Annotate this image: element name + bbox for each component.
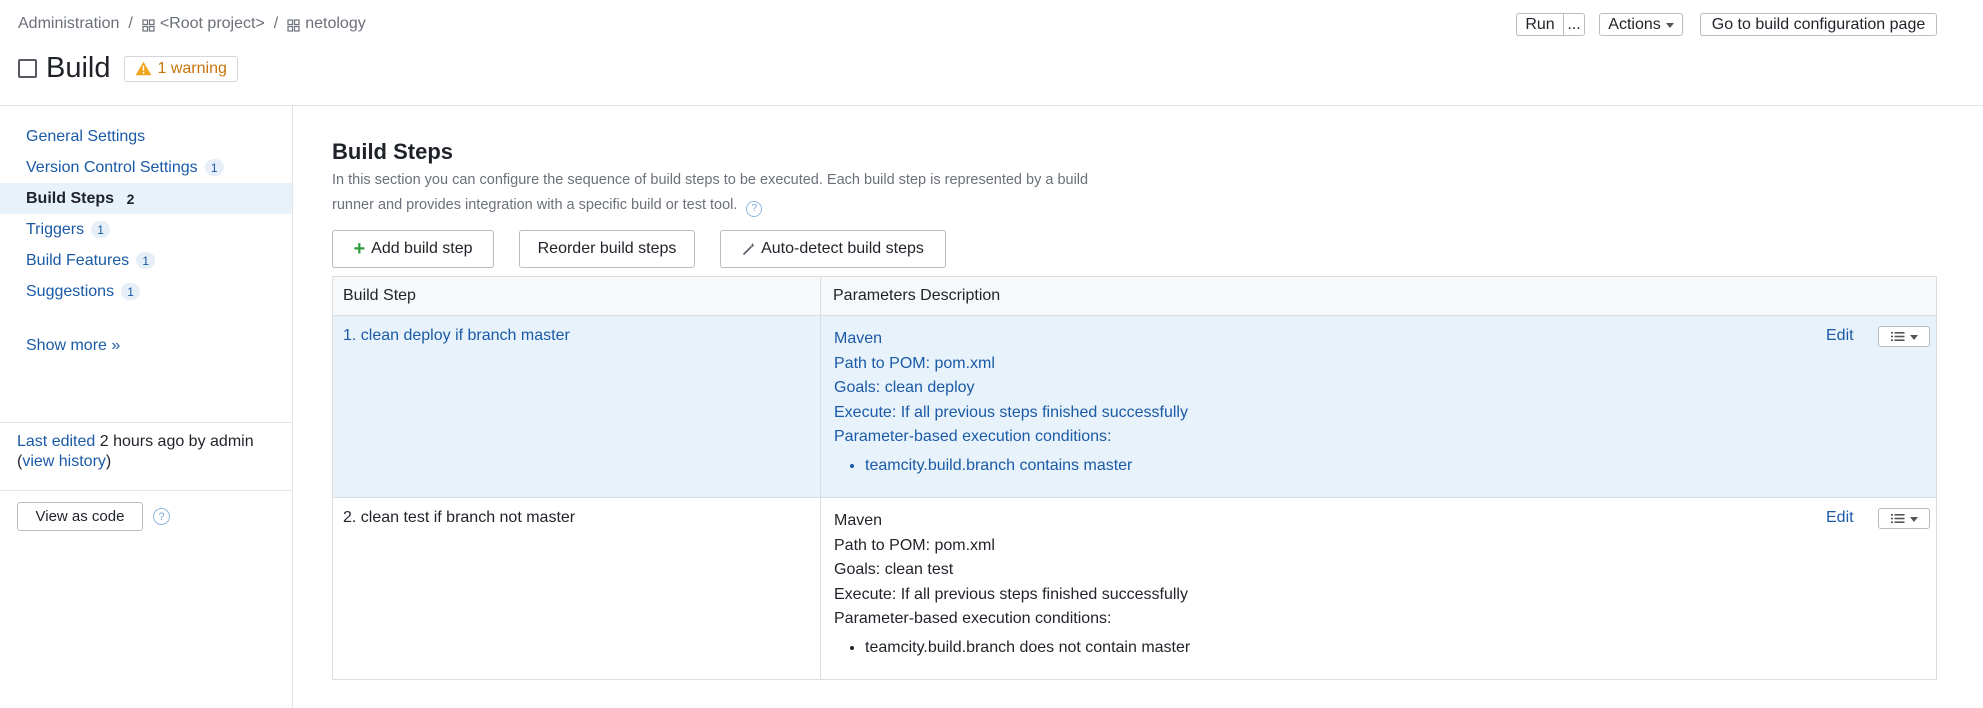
divider <box>0 422 292 423</box>
chevron-down-icon <box>1665 23 1674 28</box>
conditions-label: Parameter-based execution conditions: <box>834 428 1112 445</box>
condition-item: teamcity.build.branch does not contain m… <box>865 636 1190 661</box>
go-to-build-configuration-button[interactable]: Go to build configuration page <box>1700 13 1937 36</box>
chevron-down-icon <box>1909 517 1918 522</box>
goals: Goals: clean deploy <box>834 379 975 396</box>
step-actions-menu-button[interactable] <box>1878 326 1930 347</box>
last-edited-info: Last edited 2 hours ago by admin (view h… <box>17 432 287 472</box>
column-header-parameters: Parameters Description <box>821 277 1936 315</box>
conditions-label: Parameter-based execution conditions: <box>834 610 1112 627</box>
pom-path: Path to POM: pom.xml <box>834 354 995 372</box>
add-build-step-button[interactable]: + Add build step <box>332 230 494 268</box>
count-badge: 2 <box>126 190 135 207</box>
sidebar-item-triggers[interactable]: Triggers 1 <box>0 214 292 245</box>
sidebar-item-build-features[interactable]: Build Features 1 <box>0 245 292 276</box>
breadcrumb-netology[interactable]: netology <box>305 15 366 33</box>
step-name[interactable]: 2. clean test if branch not master <box>343 509 575 527</box>
favorite-checkbox[interactable] <box>18 59 37 78</box>
sidebar-item-general-settings[interactable]: General Settings <box>0 121 292 152</box>
last-edited-text: 2 hours ago by admin <box>95 433 254 450</box>
auto-detect-label: Auto-detect build steps <box>761 240 924 257</box>
help-icon[interactable]: ? <box>153 508 170 525</box>
runner-type: Maven <box>834 512 883 529</box>
actions-label: Actions <box>1608 15 1661 33</box>
magic-wand-icon <box>743 242 756 256</box>
table-row[interactable]: 2. clean test if branch not master Maven… <box>333 497 1936 679</box>
execute-policy: Execute: If all previous steps finished … <box>834 585 1188 603</box>
count-badge: 1 <box>121 283 141 300</box>
run-button[interactable]: Run <box>1516 13 1564 36</box>
breadcrumb-root-project[interactable]: <Root project> <box>160 15 265 33</box>
sidebar-item-label: Suggestions <box>26 282 115 300</box>
count-badge: 1 <box>204 159 224 176</box>
breadcrumb: Administration / <Root project> / netolo… <box>18 15 366 33</box>
edit-step-link[interactable]: Edit <box>1826 509 1854 527</box>
list-icon <box>1890 514 1904 523</box>
step-actions-menu-button[interactable] <box>1878 508 1930 529</box>
run-options-button[interactable]: ... <box>1563 13 1585 36</box>
sidebar-item-build-steps[interactable]: Build Steps 2 <box>0 183 292 214</box>
project-icon <box>287 18 300 32</box>
sidebar-item-label: General Settings <box>26 127 146 145</box>
section-title: Build Steps <box>332 139 454 164</box>
table-row[interactable]: 1. clean deploy if branch master Maven P… <box>333 315 1936 497</box>
step-name[interactable]: 1. clean deploy if branch master <box>343 327 570 345</box>
column-divider <box>820 498 821 679</box>
column-divider <box>820 277 821 315</box>
add-build-step-label: Add build step <box>371 240 473 257</box>
column-divider <box>820 316 821 497</box>
conditions-list: teamcity.build.branch contains master <box>865 454 1188 479</box>
goals: Goals: clean test <box>834 561 954 578</box>
title-row: Build 1 warning <box>18 52 238 85</box>
show-more-link[interactable]: Show more » <box>26 337 120 355</box>
count-badge: 1 <box>91 221 111 238</box>
edit-step-link[interactable]: Edit <box>1826 327 1854 345</box>
sidebar-item-label: Version Control Settings <box>26 158 198 176</box>
conditions-list: teamcity.build.branch does not contain m… <box>865 636 1190 661</box>
view-history-close-paren: ) <box>105 453 112 470</box>
page-header: Administration / <Root project> / netolo… <box>0 0 1983 106</box>
chevron-down-icon <box>1909 335 1918 340</box>
column-header-build-step: Build Step <box>333 277 820 315</box>
view-history-link[interactable]: view history <box>22 453 106 470</box>
list-icon <box>1890 332 1904 341</box>
warning-text: 1 warning <box>157 59 227 77</box>
description-text: In this section you can configure the se… <box>332 172 1089 213</box>
step-parameters: Maven Path to POM: pom.xml Goals: clean … <box>834 327 1188 478</box>
pom-path: Path to POM: pom.xml <box>834 536 995 554</box>
sidebar-item-label: Build Steps <box>26 189 115 207</box>
step-parameters: Maven Path to POM: pom.xml Goals: clean … <box>834 509 1190 660</box>
breadcrumb-administration[interactable]: Administration <box>18 15 119 33</box>
breadcrumb-separator: / <box>273 15 279 32</box>
page-title: Build <box>46 52 111 84</box>
reorder-build-steps-button[interactable]: Reorder build steps <box>519 230 695 268</box>
sidebar-item-label: Build Features <box>26 251 130 269</box>
build-steps-table: Build Step Parameters Description 1. cle… <box>332 276 1937 680</box>
sidebar-item-suggestions[interactable]: Suggestions 1 <box>0 276 292 307</box>
plus-icon: + <box>353 238 366 260</box>
runner-type: Maven <box>834 330 883 347</box>
last-edited-link[interactable]: Last edited <box>17 433 95 450</box>
sidebar-item-version-control-settings[interactable]: Version Control Settings 1 <box>0 152 292 183</box>
project-icon <box>142 18 155 32</box>
condition-item: teamcity.build.branch contains master <box>865 454 1188 479</box>
breadcrumb-separator: / <box>128 15 133 32</box>
auto-detect-build-steps-button[interactable]: Auto-detect build steps <box>720 230 946 268</box>
sidebar-item-label: Triggers <box>26 220 85 238</box>
divider <box>0 490 292 491</box>
actions-dropdown[interactable]: Actions <box>1599 13 1683 36</box>
execute-policy: Execute: If all previous steps finished … <box>834 403 1188 421</box>
section-description: In this section you can configure the se… <box>332 168 1112 218</box>
warning-badge[interactable]: 1 warning <box>123 55 238 82</box>
view-as-code-button[interactable]: View as code <box>17 502 143 531</box>
count-badge: 1 <box>136 252 156 269</box>
help-icon[interactable]: ? <box>746 200 763 217</box>
settings-sidebar: General Settings Version Control Setting… <box>0 106 293 708</box>
warning-icon <box>135 61 151 76</box>
